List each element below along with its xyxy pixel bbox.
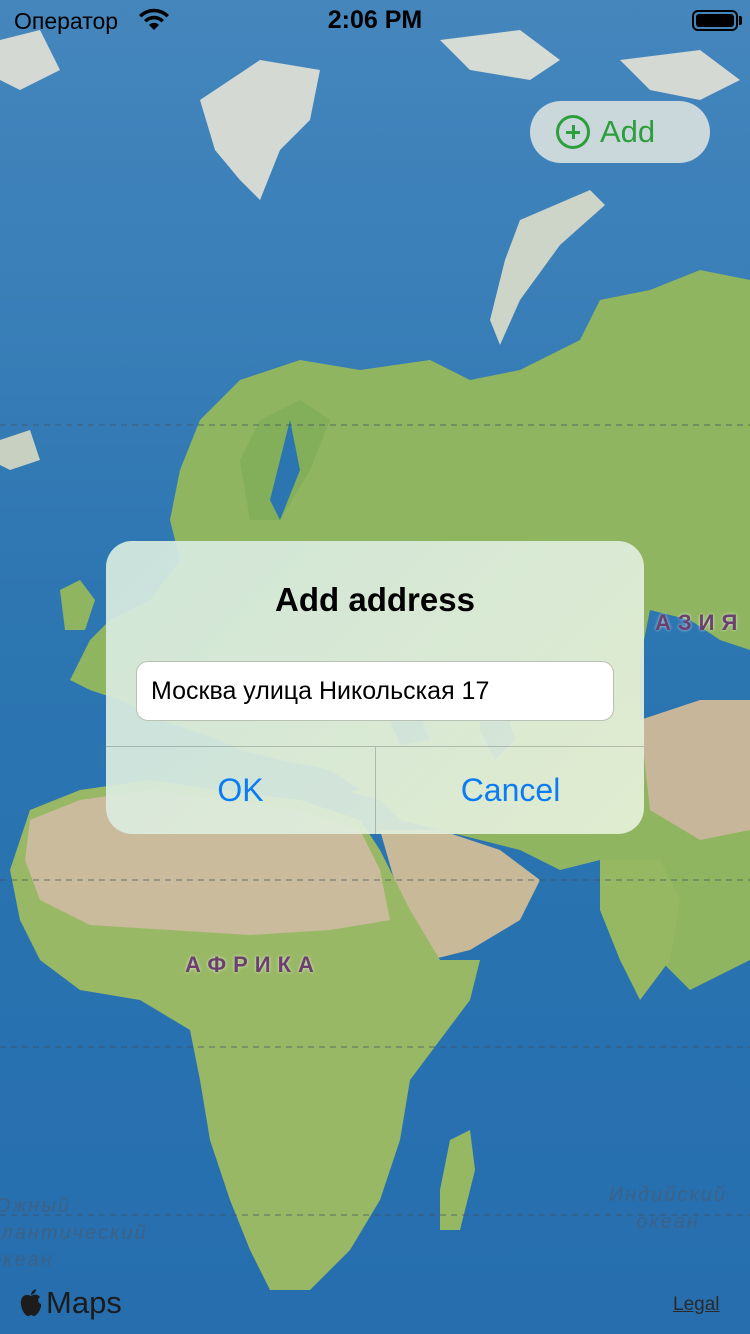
- battery-icon: [692, 10, 738, 31]
- maps-attribution: Maps: [18, 1285, 122, 1321]
- apple-logo-icon: [20, 1289, 42, 1316]
- map-label-south-atlantic: Южный Атлантический океан: [0, 1193, 148, 1274]
- add-button-label: Add: [600, 114, 656, 149]
- status-time: 2:06 PM: [327, 6, 423, 34]
- status-bar: Оператор 2:06 PM: [0, 0, 750, 40]
- ocean-label-line-1: Индийский: [608, 1184, 728, 1206]
- legal-link[interactable]: Legal: [673, 1294, 720, 1316]
- ocean-label-line-2: Атлантический: [0, 1222, 148, 1244]
- cancel-button[interactable]: Cancel: [376, 747, 644, 834]
- address-input[interactable]: [136, 661, 614, 721]
- dialog-title: Add address: [275, 581, 475, 618]
- add-button[interactable]: Add: [530, 101, 710, 163]
- ocean-label-line-2: океан: [636, 1211, 700, 1233]
- ocean-label-line-1: Южный: [0, 1195, 72, 1217]
- ocean-label-line-3: океан: [0, 1249, 54, 1271]
- add-address-dialog: Add address OK Cancel: [106, 541, 644, 834]
- map-label-africa: АФРИКА: [185, 952, 321, 977]
- ok-button[interactable]: OK: [106, 747, 375, 834]
- plus-circle-icon: [556, 115, 590, 149]
- map-label-asia: АЗИЯ: [655, 610, 745, 635]
- maps-label: Maps: [46, 1285, 122, 1320]
- map-label-indian-ocean: Индийский океан: [598, 1182, 738, 1236]
- battery-tip: [739, 16, 742, 25]
